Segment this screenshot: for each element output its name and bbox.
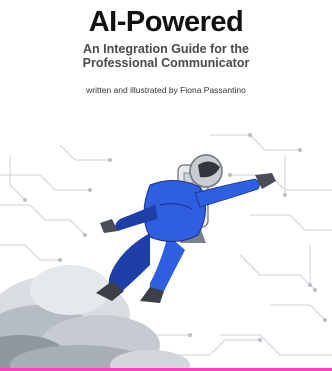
book-subtitle: An Integration Guide for the Professiona… — [0, 42, 332, 70]
book-cover: AI-Powered An Integration Guide for the … — [0, 0, 332, 371]
book-title: AI-Powered — [88, 6, 244, 38]
author-byline: written and illustrated by Fiona Passant… — [86, 85, 246, 95]
subtitle-line-2: Professional Communicator — [82, 56, 250, 70]
subtitle-line-1: An Integration Guide for the — [83, 42, 249, 56]
jetpack-astronaut-illustration — [0, 133, 332, 371]
